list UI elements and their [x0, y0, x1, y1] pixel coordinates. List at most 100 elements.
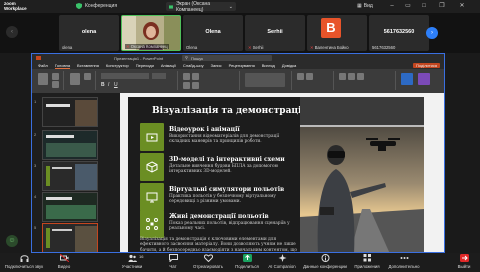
screen-icon: [169, 4, 173, 9]
shapes-gallery[interactable]: [245, 73, 285, 87]
share-screen-icon: [242, 254, 252, 262]
share-button[interactable]: Поділитися: [412, 63, 440, 68]
participants-button[interactable]: Участники 16: [112, 254, 152, 269]
ribbon-group-addins: [398, 71, 440, 90]
participants-count: 16: [139, 254, 144, 259]
cut-icon[interactable]: [52, 73, 59, 80]
slide-thumbnail-selected[interactable]: [42, 223, 98, 252]
info-icon: [321, 254, 329, 262]
align-center-icon[interactable]: [192, 82, 199, 89]
menu-item[interactable]: Головна: [54, 63, 71, 69]
ppt-title-bar: Презентація1 - PowerPoint ⚲ Пошук: [32, 54, 444, 62]
video-button[interactable]: Видео: [50, 254, 78, 269]
underline-icon[interactable]: U: [114, 82, 118, 88]
leave-button[interactable]: Выйти: [452, 254, 476, 269]
participant-tile[interactable]: olena olena: [59, 15, 119, 51]
cube-3d-icon: [140, 153, 164, 181]
designer-icon[interactable]: [418, 73, 430, 85]
join-audio-button[interactable]: Подключиться звук: [2, 254, 46, 269]
more-icon: [400, 257, 408, 259]
react-button[interactable]: Отреагировать: [188, 254, 228, 269]
close-button[interactable]: ✕: [458, 2, 466, 10]
drone-icon: [140, 210, 164, 238]
slide-section: Живі демонстрації польотів Показ реальни…: [140, 210, 298, 240]
mic-muted-icon: ✕: [126, 44, 130, 49]
find-icon[interactable]: [339, 73, 346, 80]
fullscreen-button[interactable]: □: [420, 2, 428, 10]
chat-button[interactable]: Чат: [160, 254, 186, 269]
apps-icon: [363, 254, 371, 262]
slide-canvas: Візуалізація та демонстрація Відеоурок і…: [120, 93, 444, 253]
leave-icon: [459, 254, 469, 262]
conference-title[interactable]: Конференция: [76, 3, 117, 9]
pip-button[interactable]: ▭: [404, 2, 412, 10]
participant-tile[interactable]: Serhii ✕ Serhii: [245, 15, 305, 51]
menu-item[interactable]: Запис: [211, 63, 222, 68]
more-button[interactable]: Дополнительно: [384, 254, 424, 269]
menu-item[interactable]: Анімації: [161, 63, 176, 68]
menu-item[interactable]: Вигляд: [262, 63, 275, 68]
current-slide[interactable]: Візуалізація та демонстрація Відеоурок і…: [128, 97, 424, 253]
font-size-select[interactable]: [152, 73, 166, 79]
next-page-button[interactable]: ›: [426, 27, 438, 39]
top-bar: zoom Workplace Конференция Экран (Оксана…: [0, 0, 480, 13]
maximize-button[interactable]: ❐: [438, 2, 446, 10]
copy-icon[interactable]: [52, 81, 59, 88]
bullets-icon[interactable]: [183, 73, 190, 80]
menu-item[interactable]: Довідка: [282, 63, 296, 68]
participant-tile[interactable]: B ✕ Валентина Бойко: [307, 15, 367, 51]
paste-icon[interactable]: [38, 73, 48, 85]
meeting-info-button[interactable]: Данные конференции: [300, 254, 350, 269]
dictate-icon[interactable]: [401, 73, 413, 85]
search-icon: ⚲: [185, 55, 188, 60]
replace-icon[interactable]: [348, 73, 355, 80]
numbering-icon[interactable]: [192, 73, 199, 80]
font-select[interactable]: [101, 73, 149, 79]
slide-thumbnails: 1 2 3 4 5 6: [32, 93, 120, 252]
menu-item[interactable]: Переходи: [136, 63, 154, 68]
slide-thumbnail[interactable]: [42, 130, 98, 160]
layout-icon[interactable]: [84, 73, 91, 80]
accessibility-icon[interactable]: ☺: [6, 235, 18, 247]
ppt-ribbon: B I U: [32, 69, 444, 93]
grid-icon: ▦: [357, 3, 362, 9]
video-off-icon: [59, 254, 69, 262]
slide-thumbnail[interactable]: [42, 192, 98, 222]
apps-button[interactable]: Приложения: [350, 254, 384, 269]
bold-icon[interactable]: B: [101, 82, 105, 88]
participant-tile[interactable]: 5617632560 5617632560: [369, 15, 429, 51]
search-input[interactable]: ⚲ Пошук: [182, 55, 272, 61]
select-icon[interactable]: [357, 73, 364, 80]
align-left-icon[interactable]: [183, 82, 190, 89]
ai-companion-button[interactable]: AI Companion: [264, 254, 300, 269]
meeting-controls-bar: Подключиться звук Видео Участники 16 Чат…: [0, 253, 480, 272]
view-button[interactable]: ▦ Вид: [357, 3, 373, 9]
slide-thumbnail[interactable]: [42, 97, 98, 127]
italic-icon[interactable]: I: [108, 82, 109, 88]
arrange-icon[interactable]: [297, 73, 304, 80]
menu-item[interactable]: Рецензування: [229, 63, 255, 68]
quick-styles-icon[interactable]: [306, 73, 313, 80]
menu-item[interactable]: Конструктор: [106, 63, 129, 68]
slide-thumbnail[interactable]: [42, 161, 98, 191]
chat-icon: [168, 254, 178, 262]
simulator-icon: [140, 183, 164, 211]
drone-operator-photo: [300, 97, 424, 252]
app-logo: zoom Workplace: [4, 1, 27, 11]
new-slide-icon[interactable]: [70, 73, 80, 85]
menu-item[interactable]: Вставлення: [77, 63, 99, 68]
participant-video-tile[interactable]: ✕ Оксана Компанеец: [121, 15, 181, 51]
menu-item[interactable]: Слайд-шоу: [183, 63, 204, 68]
video-lesson-icon: [140, 123, 164, 151]
screen-share-indicator[interactable]: Экран (Оксана Компанеец) ⌄: [166, 1, 236, 13]
slide-section: 3D-моделі та інтерактивні схеми Детальне…: [140, 153, 298, 183]
participant-tile[interactable]: Olena Olena: [183, 15, 243, 51]
powerpoint-icon: [36, 56, 41, 60]
slide-summary-text: Візуалізація та демонстрація є ключовими…: [140, 237, 297, 253]
share-screen-button[interactable]: Поделиться: [228, 254, 266, 269]
shared-screen-powerpoint: Презентація1 - PowerPoint ⚲ Пошук Файл Г…: [31, 53, 445, 253]
minimize-button[interactable]: –: [388, 2, 396, 10]
menu-item[interactable]: Файл: [38, 63, 48, 68]
prev-page-button[interactable]: ‹: [6, 26, 18, 38]
ribbon-group-paragraph: [180, 71, 240, 90]
